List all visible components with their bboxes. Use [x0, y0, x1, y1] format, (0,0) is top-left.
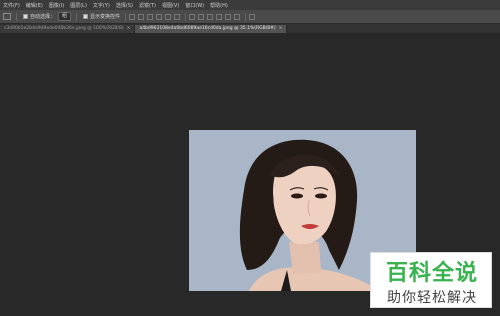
- distribute-left-icon[interactable]: [216, 13, 223, 20]
- align-hcenter-icon[interactable]: [165, 13, 172, 20]
- menu-select[interactable]: 选择(S): [116, 2, 133, 9]
- watermark-logo: 百科全说 助你轻松解决: [370, 252, 492, 308]
- tab-document-2[interactable]: a4bd963108e4a6bd6089ae16cd0da.jpeg @ 35.…: [135, 25, 288, 33]
- menu-filter[interactable]: 滤镜(T): [139, 2, 156, 9]
- options-bar: 自动选择： 组 显示变换控件: [0, 10, 500, 24]
- auto-select-label: 自动选择：: [30, 14, 56, 20]
- document-tabs: c3d90b5e2b4e9d9ede048b36e.jpeg @ 100%(RG…: [0, 24, 500, 33]
- menu-view[interactable]: 视图(V): [162, 2, 179, 9]
- divider: [125, 12, 127, 21]
- menu-layer[interactable]: 图层(L): [70, 2, 87, 9]
- align-left-icon[interactable]: [156, 13, 163, 20]
- show-transform-label: 显示变换控件: [90, 14, 121, 20]
- move-tool-icon[interactable]: [3, 13, 11, 20]
- distribute-vcenter-icon[interactable]: [198, 13, 205, 20]
- distribute-bottom-icon[interactable]: [207, 13, 214, 20]
- menu-type[interactable]: 文字(Y): [93, 2, 110, 9]
- menu-edit[interactable]: 编辑(E): [26, 2, 43, 9]
- align-vcenter-icon[interactable]: [138, 13, 145, 20]
- distribute-hcenter-icon[interactable]: [225, 13, 232, 20]
- menu-help[interactable]: 帮助(H): [210, 2, 228, 9]
- divider: [76, 12, 78, 21]
- close-icon[interactable]: ×: [279, 26, 283, 31]
- watermark-slogan: 助你轻松解决: [387, 290, 477, 306]
- auto-align-icon[interactable]: [249, 13, 256, 20]
- divider: [185, 12, 187, 21]
- distribute-top-icon[interactable]: [189, 13, 196, 20]
- align-right-icon[interactable]: [174, 13, 181, 20]
- tab-label: c3d90b5e2b4e9d9ede048b36e.jpeg @ 100%(RG…: [4, 26, 124, 31]
- distribute-right-icon[interactable]: [234, 13, 241, 20]
- align-bottom-icon[interactable]: [147, 13, 154, 20]
- menu-bar: 文件(F) 编辑(E) 图像(I) 图层(L) 文字(Y) 选择(S) 滤镜(T…: [0, 0, 500, 10]
- divider: [245, 12, 247, 21]
- close-icon[interactable]: ×: [127, 26, 131, 31]
- watermark-title: 百科全说: [385, 261, 478, 286]
- tab-document-1[interactable]: c3d90b5e2b4e9d9ede048b36e.jpeg @ 100%(RG…: [0, 25, 136, 33]
- auto-select-dropdown[interactable]: 组: [58, 12, 72, 21]
- menu-window[interactable]: 窗口(W): [185, 2, 204, 9]
- menu-file[interactable]: 文件(F): [3, 2, 20, 9]
- auto-select-checkbox[interactable]: [23, 14, 28, 19]
- tab-label: a4bd963108e4a6bd6089ae16cd0da.jpeg @ 35.…: [139, 26, 276, 31]
- align-top-icon[interactable]: [129, 13, 136, 20]
- divider: [16, 12, 17, 21]
- show-transform-checkbox[interactable]: [83, 14, 89, 19]
- menu-image[interactable]: 图像(I): [49, 2, 64, 9]
